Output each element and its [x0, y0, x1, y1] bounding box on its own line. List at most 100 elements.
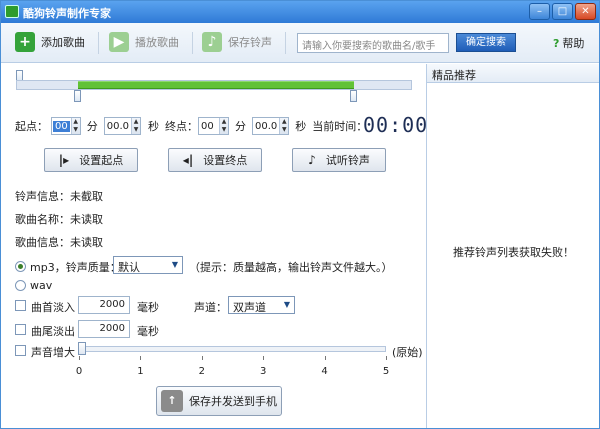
- recommend-panel: 精品推荐 推荐铃声列表获取失败！: [426, 64, 599, 428]
- spinner-arrows-icon[interactable]: ▲ ▼: [219, 118, 228, 134]
- start-second-spinner[interactable]: 00.0 ▲ ▼: [103, 117, 141, 135]
- save-ringtone-label: 保存铃声: [228, 36, 272, 49]
- save-ringtone-button[interactable]: ♪ 保存铃声: [202, 31, 272, 53]
- toolbar: + 添加歌曲 ▶ 播放歌曲 ♪ 保存铃声 请输入你要搜索的歌曲名/歌手 确定搜索…: [1, 23, 599, 63]
- help-label: 帮助: [562, 37, 585, 50]
- volume-boost-label: 声音增大: [31, 346, 75, 359]
- set-start-button[interactable]: |▸ 设置起点: [44, 148, 138, 172]
- play-song-label: 播放歌曲: [135, 36, 179, 49]
- editor-panel: 起点： 00 ▲ ▼ 分 00.0 ▲ ▼ 秒 终点： 00 ▲ ▼ 分 00.0 ▲…: [1, 64, 429, 428]
- set-end-button[interactable]: ◂| 设置终点: [168, 148, 262, 172]
- wav-radio[interactable]: [15, 280, 26, 291]
- window-title: 酷狗铃声制作专家: [23, 7, 111, 20]
- end-second-spinner[interactable]: 00.0 ▲ ▼: [252, 117, 290, 135]
- ringtone-info: 铃声信息：未截取: [15, 190, 103, 203]
- maximize-button[interactable]: □: [552, 3, 573, 20]
- volume-tick-label: 0: [75, 366, 83, 377]
- volume-tick-label: 4: [321, 366, 328, 377]
- fade-out-checkbox[interactable]: [15, 324, 26, 335]
- channel-select[interactable]: 双声道 ▼: [228, 296, 295, 314]
- volume-boost-checkbox[interactable]: [15, 345, 26, 356]
- start-marker[interactable]: [74, 90, 81, 102]
- app-window: 酷狗铃声制作专家 – □ ✕ + 添加歌曲 ▶ 播放歌曲 ♪ 保存铃声 请输入你…: [0, 0, 600, 429]
- preview-button[interactable]: ♪ 试听铃声: [292, 148, 386, 172]
- help-button[interactable]: ? 帮助: [553, 35, 584, 51]
- wav-label: wav: [30, 279, 53, 292]
- start-second-value[interactable]: 00.0: [105, 121, 131, 132]
- toolbar-divider: [192, 32, 193, 54]
- chevron-down-icon: ▼: [283, 300, 291, 309]
- volume-tick: [324, 356, 326, 360]
- end-marker[interactable]: [350, 90, 357, 102]
- start-label: 起点：: [15, 120, 48, 133]
- second-unit: 秒: [295, 120, 307, 133]
- recommend-header: 精品推荐: [427, 64, 599, 83]
- preview-label: 试听铃声: [325, 154, 370, 167]
- volume-tick: [79, 356, 80, 360]
- set-end-label: 设置终点: [203, 154, 248, 167]
- spinner-arrows-icon[interactable]: ▲ ▼: [131, 118, 140, 134]
- volume-original-label: (原始): [392, 346, 423, 359]
- app-icon: [5, 5, 19, 18]
- channel-label: 声道：: [194, 301, 227, 314]
- fade-in-input[interactable]: 2000: [78, 296, 130, 314]
- minute-unit: 分: [86, 120, 98, 133]
- minimize-button[interactable]: –: [529, 3, 550, 20]
- end-minute-value[interactable]: 00: [199, 121, 219, 132]
- set-start-label: 设置起点: [79, 154, 124, 167]
- volume-tick-label: 1: [137, 366, 144, 377]
- selected-range: [78, 81, 354, 89]
- music-note-icon: ♪: [202, 32, 222, 52]
- mp3-radio[interactable]: [15, 261, 26, 272]
- help-icon: ?: [553, 36, 560, 50]
- spinner-arrows-icon[interactable]: ▲ ▼: [70, 118, 80, 134]
- toolbar-divider: [285, 32, 286, 54]
- search-input[interactable]: 请输入你要搜索的歌曲名/歌手: [297, 33, 449, 53]
- mp3-label: mp3，铃声质量：: [30, 261, 121, 274]
- fade-in-checkbox[interactable]: [15, 300, 26, 311]
- title-bar: 酷狗铃声制作专家 – □ ✕: [1, 1, 599, 23]
- search-button[interactable]: 确定搜索: [456, 33, 516, 52]
- fade-out-unit: 毫秒: [137, 325, 159, 338]
- volume-slider-thumb[interactable]: [78, 342, 86, 355]
- volume-tick-label: 2: [198, 366, 205, 377]
- add-song-button[interactable]: + 添加歌曲: [15, 31, 85, 53]
- spinner-arrows-icon[interactable]: ▲ ▼: [279, 118, 289, 134]
- quality-select[interactable]: 默认 ▼: [113, 256, 183, 274]
- end-label: 终点：: [165, 120, 198, 133]
- fade-in-label: 曲首淡入: [31, 301, 75, 314]
- volume-tick-label: 5: [382, 366, 390, 377]
- fade-out-input[interactable]: 2000: [78, 320, 130, 338]
- chevron-down-icon: ▼: [171, 260, 179, 269]
- song-info: 歌曲信息：未读取: [15, 236, 103, 249]
- song-name: 歌曲名称：未读取: [15, 213, 103, 226]
- set-end-icon: ◂|: [182, 153, 194, 167]
- time-controls: 起点： 00 ▲ ▼ 分 00.0 ▲ ▼ 秒 终点： 00 ▲ ▼ 分 00.0 ▲…: [15, 116, 367, 136]
- end-second-value[interactable]: 00.0: [253, 121, 279, 132]
- save-send-button[interactable]: ↑ 保存并发送到手机: [156, 386, 282, 416]
- volume-slider-track[interactable]: [80, 346, 386, 352]
- channel-value: 双声道: [233, 301, 266, 314]
- toolbar-divider: [98, 32, 99, 54]
- fade-in-unit: 毫秒: [137, 301, 159, 314]
- volume-tick: [201, 356, 203, 360]
- volume-tick-label: 3: [260, 366, 267, 377]
- quality-value: 默认: [118, 261, 140, 274]
- set-start-icon: |▸: [58, 153, 70, 167]
- start-minute-spinner[interactable]: 00 ▲ ▼: [51, 117, 81, 135]
- start-minute-value[interactable]: 00: [53, 120, 70, 132]
- fade-out-label: 曲尾淡出: [31, 325, 75, 338]
- second-unit: 秒: [148, 120, 159, 133]
- save-send-label: 保存并发送到手机: [189, 395, 277, 408]
- current-time-display: 00:00: [363, 113, 429, 137]
- preview-icon: ♪: [308, 153, 316, 167]
- volume-tick: [140, 356, 142, 360]
- quality-tip: （提示：质量越高，输出铃声文件越大。）: [189, 261, 393, 274]
- plus-icon: +: [15, 32, 35, 52]
- current-time-label: 当前时间：: [312, 120, 368, 133]
- volume-tick: [386, 356, 387, 360]
- upload-icon: ↑: [161, 390, 183, 412]
- close-button[interactable]: ✕: [575, 3, 596, 20]
- end-minute-spinner[interactable]: 00 ▲ ▼: [198, 117, 229, 135]
- play-song-button[interactable]: ▶ 播放歌曲: [109, 31, 179, 53]
